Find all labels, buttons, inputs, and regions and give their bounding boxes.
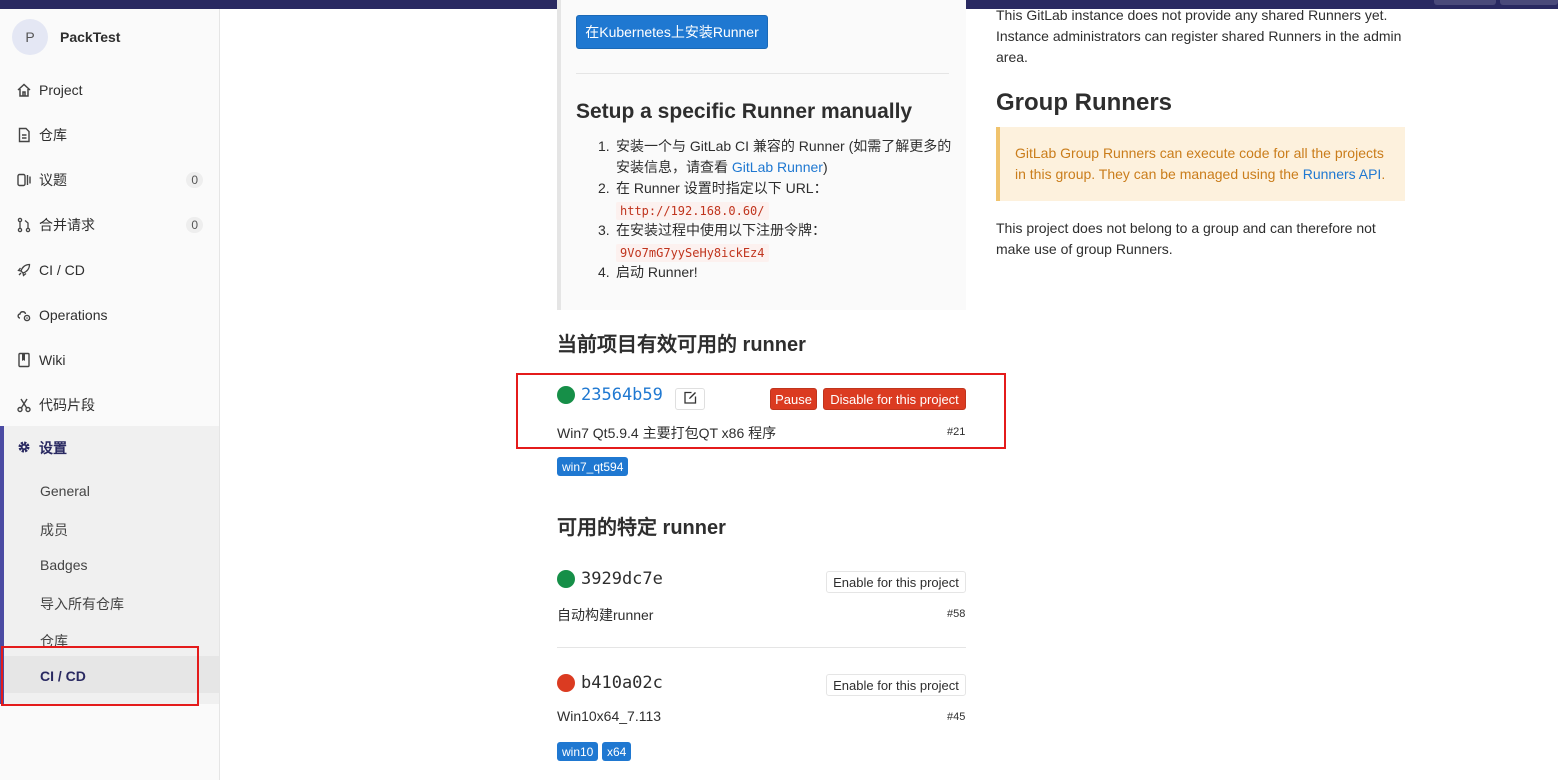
available-runners-title: 可用的特定 runner (557, 517, 726, 539)
settings-subitem-badges[interactable]: Badges (40, 557, 87, 573)
runner-status-online-icon (557, 570, 575, 588)
sidebar-item-merge-requests[interactable]: 合并请求 0 (0, 205, 219, 245)
runner-description: 自动构建runner (557, 607, 654, 623)
active-runners-title: 当前项目有效可用的 runner (557, 334, 806, 356)
runner-tag: x64 (602, 742, 632, 761)
enable-runner-button[interactable]: Enable for this project (826, 571, 966, 593)
sidebar-item-label: 合并请求 (39, 217, 95, 233)
runner-tag: win7_qt594 (557, 457, 629, 476)
runner-id: 3929dc7e (581, 569, 663, 589)
setup-runner-title: Setup a specific Runner manually (576, 100, 913, 123)
enable-runner-button[interactable]: Enable for this project (826, 674, 966, 696)
home-icon (16, 82, 32, 98)
gitlab-runner-link[interactable]: GitLab Runner (732, 159, 823, 175)
sidebar-item-repository[interactable]: 仓库 (0, 115, 219, 155)
sidebar-item-label: 设置 (39, 440, 67, 456)
doc-icon (16, 127, 32, 143)
book-icon (16, 352, 32, 368)
project-name: PackTest (60, 29, 121, 45)
group-runners-info-alert: GitLab Group Runners can execute code fo… (996, 127, 1405, 201)
sidebar-item-settings[interactable]: 设置 (16, 438, 67, 458)
navbar-button-stub[interactable] (1434, 0, 1496, 5)
scissors-icon (16, 397, 32, 413)
sidebar-item-label: Project (39, 82, 83, 98)
runner-number: #45 (947, 711, 966, 723)
runner-description: Win10x64_7.113 (557, 708, 662, 724)
sidebar-item-wiki[interactable]: Wiki (0, 340, 219, 380)
sidebar-item-snippets[interactable]: 代码片段 (0, 385, 219, 425)
sidebar-item-operations[interactable]: Operations (0, 295, 219, 335)
coordinator-url[interactable]: http://192.168.0.60/ (616, 200, 769, 222)
divider (557, 647, 966, 648)
project-context[interactable]: P PackTest (12, 19, 120, 55)
highlight-box (1, 646, 199, 706)
group-runners-title: Group Runners (996, 89, 1173, 116)
navbar-button-stub[interactable] (1500, 0, 1558, 5)
divider (576, 73, 949, 74)
runners-api-link[interactable]: Runners API (1303, 166, 1382, 182)
settings-subitem-members[interactable]: 成员 (40, 520, 68, 540)
sidebar-item-label: Operations (39, 307, 108, 323)
gear-icon (16, 439, 32, 458)
rocket-icon (16, 262, 32, 278)
cloud-gear-icon (16, 307, 32, 323)
sidebar-item-ci-cd[interactable]: CI / CD (0, 250, 219, 290)
sidebar-item-project[interactable]: Project (0, 70, 219, 110)
sidebar-item-label: 代码片段 (39, 397, 95, 413)
group-runners-note: This project does not belong to a group … (996, 220, 1376, 257)
sidebar-item-label: 议题 (39, 172, 67, 188)
runner-tag: win10 (557, 742, 599, 761)
shared-runners-note: This GitLab instance does not provide an… (996, 7, 1402, 65)
issues-count-badge: 0 (186, 172, 203, 188)
runner-id: b410a02c (581, 673, 663, 693)
issues-icon (16, 172, 32, 188)
install-runner-kubernetes-button[interactable]: 在Kubernetes上安装Runner (576, 15, 768, 49)
runner-number: #58 (947, 608, 966, 620)
settings-subitem-general[interactable]: General (40, 483, 90, 499)
sidebar-item-label: 仓库 (39, 127, 67, 143)
highlight-box (516, 373, 1006, 449)
sidebar-item-label: CI / CD (39, 262, 85, 278)
sidebar-item-issues[interactable]: 议题 0 (0, 160, 219, 200)
settings-subitem-import-repos[interactable]: 导入所有仓库 (40, 594, 124, 614)
sidebar-item-label: Wiki (39, 352, 66, 368)
project-avatar: P (12, 19, 48, 55)
merge-requests-count-badge: 0 (186, 217, 203, 233)
runner-status-offline-icon (557, 674, 575, 692)
registration-token[interactable]: 9Vo7mG7yySeHy8ickEz4 (616, 242, 769, 264)
merge-request-icon (16, 217, 32, 233)
